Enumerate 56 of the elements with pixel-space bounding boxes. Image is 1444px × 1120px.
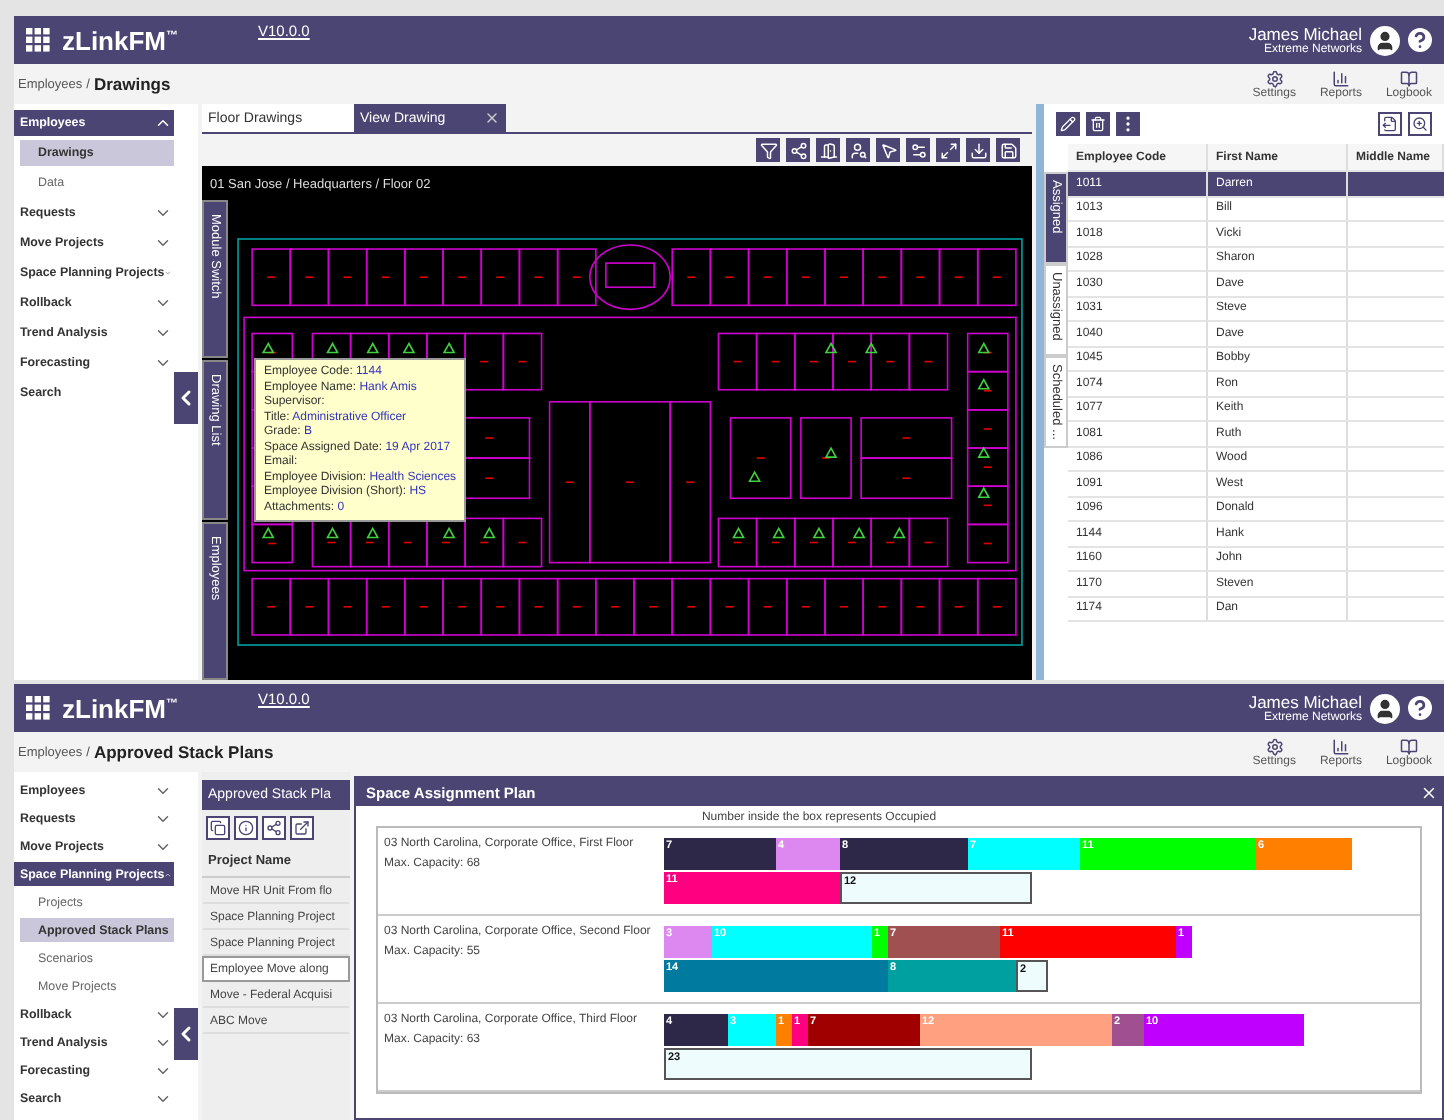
open-button[interactable] xyxy=(290,816,314,840)
reports-icon xyxy=(1331,737,1350,755)
close-icon[interactable] xyxy=(484,110,500,126)
save-icon xyxy=(999,141,1017,159)
user-search-button[interactable] xyxy=(846,138,870,162)
reports-icon xyxy=(1331,69,1350,87)
zoom-in-button[interactable] xyxy=(1408,112,1432,136)
settings-icon xyxy=(1265,69,1284,87)
pencil-icon xyxy=(1060,116,1076,132)
door-icon xyxy=(819,141,837,159)
copy-icon xyxy=(210,820,226,836)
settings-icon xyxy=(1265,737,1284,755)
door-button[interactable] xyxy=(816,138,840,162)
user-name: James Michael xyxy=(1248,692,1362,712)
export-icon xyxy=(1382,116,1398,132)
logbook-icon xyxy=(1399,69,1418,87)
collapse-button[interactable] xyxy=(174,372,198,424)
download-icon xyxy=(969,141,987,159)
app-logo: zLinkFM$^{™}$ xyxy=(62,25,178,55)
info-icon xyxy=(238,820,254,836)
export-button[interactable] xyxy=(1378,112,1402,136)
external-link-icon xyxy=(294,820,310,836)
app-grid-icon[interactable] xyxy=(26,696,50,720)
breadcrumb-current: Drawings xyxy=(93,74,171,94)
help-icon[interactable] xyxy=(1404,24,1436,56)
pointer-button[interactable] xyxy=(876,138,900,162)
share-icon xyxy=(266,820,282,836)
more-button[interactable] xyxy=(1116,112,1140,136)
breadcrumb-current: Approved Stack Plans xyxy=(93,742,274,762)
nodes-button[interactable] xyxy=(786,138,810,162)
delete-button[interactable] xyxy=(1086,112,1110,136)
user-search-icon xyxy=(849,141,867,159)
info-button[interactable] xyxy=(234,816,258,840)
app-grid-icon[interactable] xyxy=(26,28,50,52)
expand-icon xyxy=(939,141,957,159)
user-name: James Michael xyxy=(1248,24,1362,44)
app-logo: zLinkFM$^{™}$ xyxy=(62,693,178,723)
download-button[interactable] xyxy=(966,138,990,162)
expand-button[interactable] xyxy=(936,138,960,162)
save-button[interactable] xyxy=(996,138,1020,162)
help-icon[interactable] xyxy=(1404,692,1436,724)
pointer-icon xyxy=(879,141,897,159)
trash-icon xyxy=(1090,116,1106,132)
collapse-button[interactable] xyxy=(174,1008,198,1060)
share-button[interactable] xyxy=(262,816,286,840)
chevron-up-icon xyxy=(154,114,172,132)
edit-button[interactable] xyxy=(1056,112,1080,136)
copy-button[interactable] xyxy=(206,816,230,840)
nodes-icon xyxy=(789,141,807,159)
zoom-in-icon xyxy=(1412,116,1428,132)
avatar-icon[interactable] xyxy=(1370,25,1400,55)
logbook-icon xyxy=(1399,737,1418,755)
floor-plan-drawing[interactable] xyxy=(237,238,1023,646)
filter-button[interactable] xyxy=(756,138,780,162)
filter-icon xyxy=(759,141,777,159)
avatar-icon[interactable] xyxy=(1370,693,1400,723)
